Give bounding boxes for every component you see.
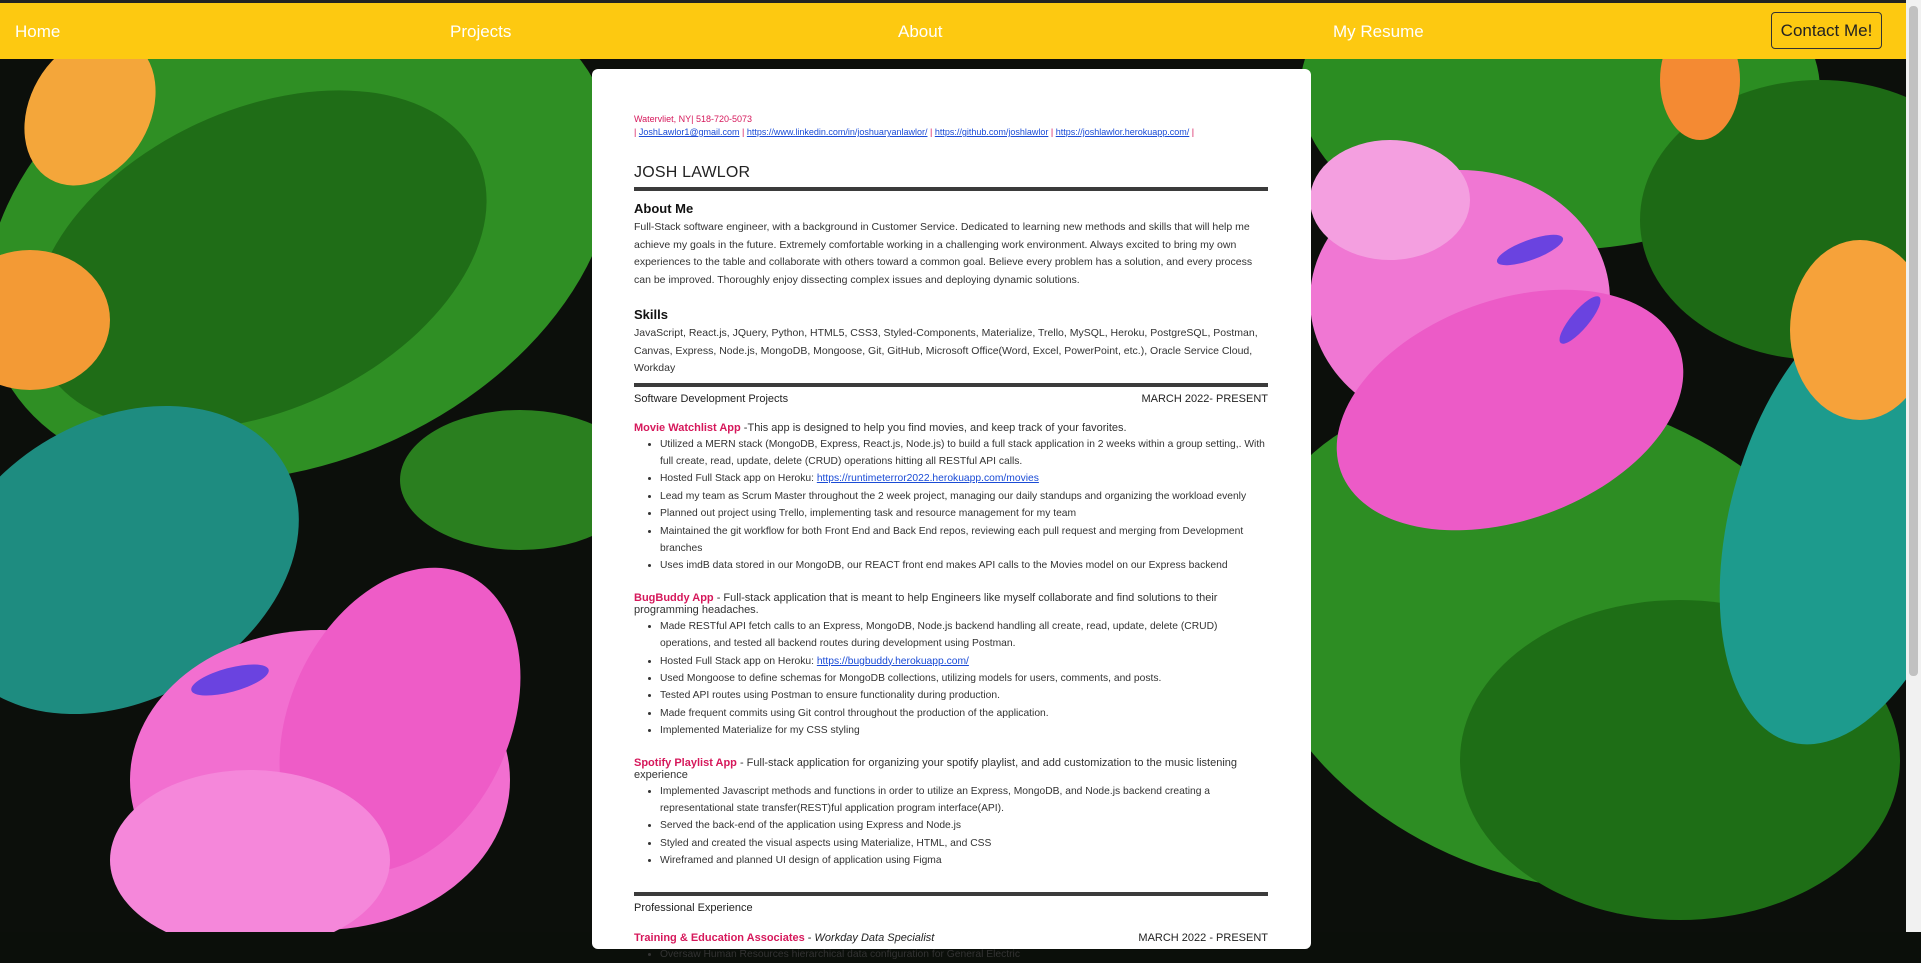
list-item: Hosted Full Stack app on Heroku: https:/… — [660, 653, 1268, 670]
experience-header: Professional Experience — [634, 902, 1268, 914]
project-link[interactable]: https://bugbuddy.herokuapp.com/ — [817, 656, 969, 667]
resume-location: Watervliet, NY| 518-720-5073 — [634, 114, 753, 124]
list-item: Implemented Materialize for my CSS styli… — [660, 722, 1268, 739]
job-title: Training & Education Associates - Workda… — [634, 931, 935, 944]
project-title: BugBuddy App — [634, 591, 714, 604]
resume-document: Watervliet, NY| 518-720-5073 | JoshLawlo… — [592, 69, 1311, 960]
projects-heading: Software Development Projects — [634, 392, 789, 405]
job-date: MARCH 2022 - PRESENT — [1138, 931, 1268, 944]
divider — [634, 187, 1268, 191]
skills-heading: Skills — [634, 307, 668, 322]
contact-button[interactable]: Contact Me! — [1771, 12, 1882, 49]
project-bullets: Made RESTful API fetch calls to an Expre… — [634, 618, 1268, 740]
list-item: Uses imdB data stored in our MongoDB, ou… — [660, 557, 1268, 574]
list-item: Oversaw Human Resources hierarchical dat… — [660, 946, 1268, 963]
resume-name: JOSH LAWLOR — [634, 164, 751, 181]
job-company: Training & Education Associates — [634, 931, 805, 944]
nav-resume-link[interactable]: My Resume — [1333, 22, 1424, 42]
list-item: Made RESTful API fetch calls to an Expre… — [660, 618, 1268, 653]
website-link[interactable]: https://joshlawlor.herokuapp.com/ — [1056, 127, 1190, 137]
projects-header: Software Development Projects MARCH 2022… — [634, 393, 1268, 405]
list-item: Tested API routes using Postman to ensur… — [660, 687, 1268, 704]
list-item: Wireframed and planned UI design of appl… — [660, 852, 1268, 869]
job-role: Workday Data Specialist — [814, 931, 935, 944]
project-movie-watchlist: Movie Watchlist App -This app is designe… — [634, 422, 1268, 434]
job-header: Training & Education Associates - Workda… — [634, 932, 1268, 944]
list-item: Made frequent commits using Git control … — [660, 705, 1268, 722]
list-item: Lead my team as Scrum Master throughout … — [660, 488, 1268, 505]
list-item: Utilized a MERN stack (MongoDB, Express,… — [660, 436, 1268, 471]
list-item: Served the back-end of the application u… — [660, 817, 1268, 834]
nav-home-link[interactable]: Home — [15, 22, 60, 42]
top-navbar: Home Projects About My Resume Contact Me… — [0, 0, 1906, 59]
list-item: Styled and created the visual aspects us… — [660, 835, 1268, 852]
project-bugbuddy: BugBuddy App - Full-stack application th… — [634, 592, 1268, 616]
experience-heading: Professional Experience — [634, 901, 753, 914]
project-title: Movie Watchlist App — [634, 421, 741, 434]
projects-date: MARCH 2022- PRESENT — [1141, 392, 1268, 405]
scrollbar-thumb[interactable] — [1909, 6, 1918, 676]
list-item: Planned out project using Trello, implem… — [660, 505, 1268, 522]
list-item: Implemented Javascript methods and funct… — [660, 783, 1268, 818]
divider — [634, 891, 1268, 896]
email-link[interactable]: JoshLawlor1@gmail.com — [639, 127, 740, 137]
page-scrollbar[interactable] — [1906, 0, 1921, 932]
project-desc: - Full-stack application that is meant t… — [634, 591, 1218, 616]
project-spotify-playlist: Spotify Playlist App - Full-stack applic… — [634, 757, 1268, 781]
nav-projects-link[interactable]: Projects — [450, 22, 511, 42]
linkedin-link[interactable]: https://www.linkedin.com/in/joshuaryanla… — [747, 127, 928, 137]
resume-links: | JoshLawlor1@gmail.com | https://www.li… — [634, 127, 1195, 137]
divider — [634, 382, 1268, 387]
skills-text: JavaScript, React.js, JQuery, Python, HT… — [634, 327, 1258, 374]
list-item: Hosted Full Stack app on Heroku: https:/… — [660, 470, 1268, 487]
list-item: Used Mongoose to define schemas for Mong… — [660, 670, 1268, 687]
project-bullets: Implemented Javascript methods and funct… — [634, 783, 1268, 870]
project-link[interactable]: https://runtimeterror2022.herokuapp.com/… — [817, 473, 1039, 484]
about-heading: About Me — [634, 201, 694, 216]
project-bullets: Utilized a MERN stack (MongoDB, Express,… — [634, 436, 1268, 575]
job-bullets: Oversaw Human Resources hierarchical dat… — [634, 946, 1268, 963]
github-link[interactable]: https://github.com/joshlawlor — [935, 127, 1049, 137]
project-desc: -This app is designed to help you find m… — [740, 421, 1127, 434]
project-title: Spotify Playlist App — [634, 756, 737, 769]
about-text: Full-Stack software engineer, with a bac… — [634, 221, 1253, 286]
list-item: Maintained the git workflow for both Fro… — [660, 523, 1268, 558]
nav-about-link[interactable]: About — [898, 22, 942, 42]
